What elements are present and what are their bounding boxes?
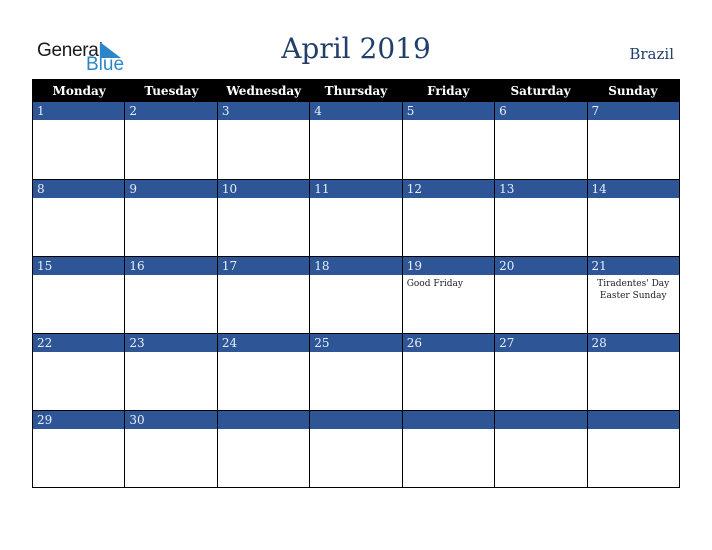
day-number: 2 [125,102,217,120]
day-number: 26 [402,334,495,352]
day-number: 19 [402,257,495,275]
day-cell: 14 [586,180,679,256]
day-number: 11 [310,180,402,198]
day-number [495,411,587,429]
day-cell: 11 [309,180,402,256]
day-number [310,411,402,429]
day-number: 20 [495,257,587,275]
weekday-tuesday: Tuesday [144,84,199,98]
day-number: 29 [33,411,125,429]
day-cell: 21 Tiradentes' Day Easter Sunday [586,257,679,333]
day-number: 16 [125,257,217,275]
day-number: 12 [402,180,495,198]
day-cell: 12 [401,180,495,256]
day-cell: 25 [309,334,402,410]
day-number: 10 [217,180,310,198]
day-cell: 20 [494,257,587,333]
day-cell [401,411,495,487]
day-cell: 6 [494,102,587,179]
day-cell: 2 [124,102,217,179]
day-number: 7 [587,102,679,120]
day-number: 1 [33,102,125,120]
day-cell: 30 [124,411,217,487]
day-cell [309,411,402,487]
day-number: 6 [495,102,587,120]
day-cell: 1 [33,102,125,179]
day-cell: 17 [216,257,310,333]
day-cell: 24 [216,334,310,410]
day-number: 23 [125,334,217,352]
weekday-sunday: Sunday [608,84,658,98]
day-number: 22 [33,334,125,352]
weekday-friday: Friday [427,84,470,98]
day-number: 17 [217,257,310,275]
day-number: 9 [125,180,217,198]
weekday-thursday: Thursday [324,84,388,98]
day-cell [586,411,679,487]
weekday-header: Monday Tuesday Wednesday Thursday Friday Satu… [33,80,679,102]
holiday-event: Tiradentes' Day [597,279,670,289]
day-cell: 29 [33,411,125,487]
day-cell: 9 [124,180,217,256]
week-row: 29 30 [33,410,679,487]
week-row: 1234567 [33,102,679,179]
weekday-wednesday: Wednesday [226,84,302,98]
day-cell: 13 [494,180,587,256]
day-cell: 28 [586,334,679,410]
day-number: 8 [33,180,125,198]
day-cell: 26 [401,334,495,410]
day-cell: 23 [124,334,217,410]
day-number: 30 [125,411,217,429]
day-cell: 18 [309,257,402,333]
day-cell [216,411,310,487]
day-cell: 15 [33,257,125,333]
holiday-event: Good Friday [406,279,463,289]
day-cell: 22 [33,334,125,410]
day-number [587,411,679,429]
day-cell: 16 [124,257,217,333]
holiday-list: Tiradentes' Day Easter Sunday [588,275,679,302]
holiday-event: Easter Sunday [599,291,667,301]
day-cell: 4 [309,102,402,179]
day-cell: 10 [216,180,310,256]
day-cell: 3 [216,102,310,179]
day-number: 21 [587,257,679,275]
day-number: 15 [33,257,125,275]
day-number: 14 [587,180,679,198]
day-number: 24 [217,334,310,352]
week-row: 8 9 10 11 12 13 14 [33,179,679,256]
day-number: 27 [495,334,587,352]
week-row: 15 16 17 18 19 Good Friday 20 21 Tiradentes' Day… [33,256,679,333]
weekday-monday: Monday [52,84,106,98]
day-cell: 5 [401,102,495,179]
day-number: 5 [402,102,495,120]
day-cell: 19 Good Friday [401,257,495,333]
day-number [217,411,310,429]
day-number: 13 [495,180,587,198]
day-cell: 8 [33,180,125,256]
day-cell: 7 [586,102,679,179]
calendar-grid: Monday Tuesday Wednesday Thursday Friday Satu… [32,79,680,488]
day-number: 3 [217,102,310,120]
holiday-list: Good Friday [403,275,494,290]
weekday-saturday: Saturday [510,84,571,98]
day-number: 18 [310,257,402,275]
country-label: Brazil [629,45,674,63]
day-cell [494,411,587,487]
day-cell: 27 [494,334,587,410]
day-number [402,411,495,429]
day-number: 28 [587,334,679,352]
page-title: April 2019 [281,32,431,65]
day-number: 25 [310,334,402,352]
week-row: 22 23 24 25 26 27 28 [33,333,679,410]
day-number: 4 [310,102,402,120]
